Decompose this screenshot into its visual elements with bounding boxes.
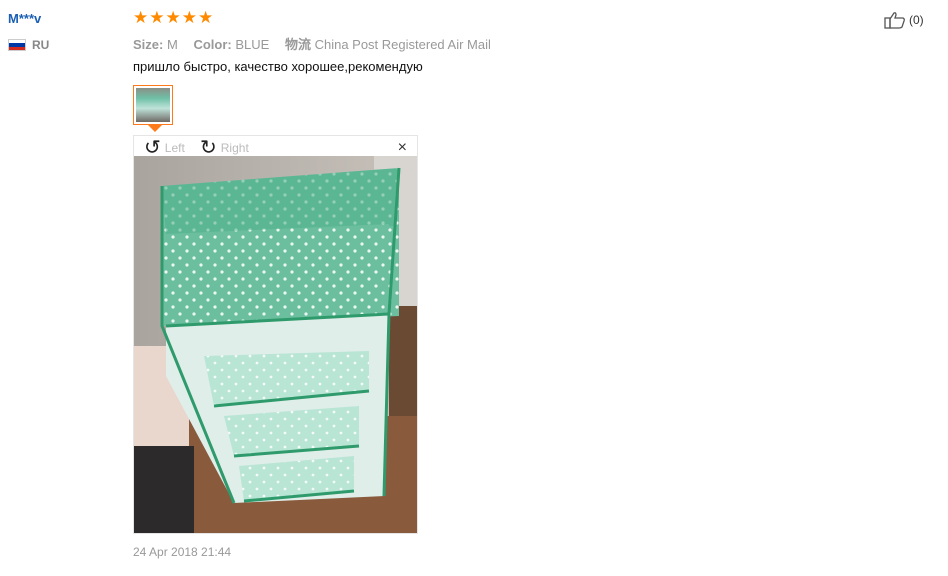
color-value: BLUE bbox=[235, 37, 270, 52]
rotate-right-icon: ↻ bbox=[200, 137, 217, 159]
order-info: Size: M Color: BLUE 物流 China Post Regist… bbox=[133, 34, 503, 53]
review-text: пришло быстро, качество хорошее,рекоменд… bbox=[133, 59, 423, 74]
star-icon: ★ bbox=[165, 8, 181, 27]
russia-flag-icon bbox=[8, 39, 26, 51]
rotate-left-label: Left bbox=[164, 141, 185, 155]
star-icon: ★ bbox=[133, 8, 149, 27]
rotate-right-label: Right bbox=[220, 141, 249, 155]
review-photo bbox=[134, 156, 417, 533]
review-photo-image bbox=[134, 156, 417, 533]
like-count: (0) bbox=[909, 13, 924, 27]
close-icon[interactable]: × bbox=[398, 139, 407, 157]
rotate-left-button[interactable]: ↺ Left bbox=[144, 138, 185, 158]
shipping-value: China Post Registered Air Mail bbox=[314, 37, 491, 52]
rating-stars: ★ ★ ★ ★ ★ bbox=[133, 9, 213, 27]
photo-viewer: ↺ Left ↻ Right × bbox=[133, 135, 418, 534]
star-icon: ★ bbox=[198, 8, 214, 27]
star-icon: ★ bbox=[149, 8, 165, 27]
thumbs-up-icon bbox=[884, 12, 905, 29]
rotate-left-icon: ↺ bbox=[144, 137, 161, 159]
color-label: Color: bbox=[193, 37, 232, 52]
thumbnail-pointer bbox=[148, 125, 162, 132]
size-value: M bbox=[166, 37, 178, 52]
reviewer-country: RU bbox=[8, 38, 49, 52]
rotate-right-button[interactable]: ↻ Right bbox=[200, 138, 249, 158]
country-code: RU bbox=[32, 38, 50, 52]
size-label: Size: bbox=[133, 37, 164, 52]
like-button[interactable]: (0) bbox=[884, 11, 924, 29]
review-date: 24 Apr 2018 21:44 bbox=[133, 545, 232, 559]
star-icon: ★ bbox=[181, 8, 197, 27]
shipping-label: 物流 bbox=[284, 37, 311, 52]
reviewer-name: M***v bbox=[8, 11, 42, 26]
review-photo-thumbnail[interactable] bbox=[133, 85, 173, 125]
thumbnail-image bbox=[136, 88, 170, 122]
